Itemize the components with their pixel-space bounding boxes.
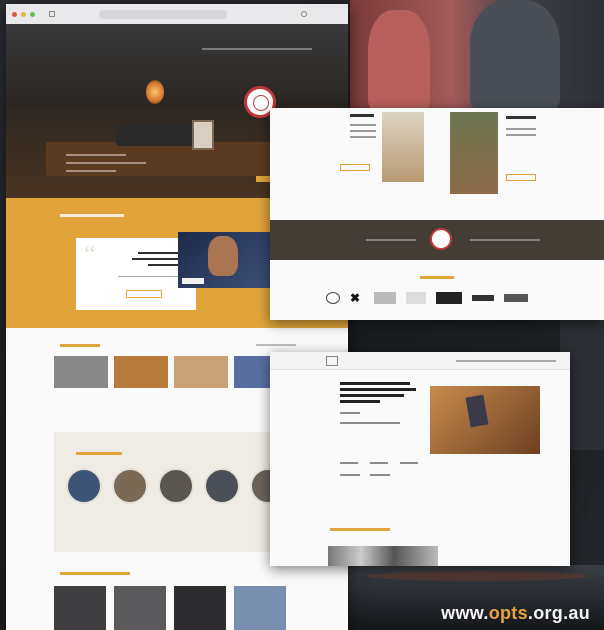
url-suffix: .org.au [527,603,590,623]
about-text-line [350,124,376,126]
people-section-title [76,452,122,455]
partner-logo[interactable] [504,294,528,302]
article-detail-line [340,474,360,476]
stories-section-title [60,344,100,347]
hero-text-line [66,170,116,172]
browser-chrome [6,4,348,24]
article-title-line [340,400,380,403]
partner-logo[interactable] [436,292,462,304]
portrait-photo [382,112,424,182]
story-thumbnail[interactable] [114,356,168,388]
video-thumbnail-icon[interactable] [178,232,270,288]
article-title-line [340,382,410,385]
newsletter-band [270,220,604,260]
partner-logo[interactable] [374,292,396,304]
speaker-image [208,236,238,276]
article-detail-line [400,462,418,464]
band-text-line [366,239,416,241]
related-section-title [330,528,390,531]
background-figure [470,0,560,110]
story-thumbnail[interactable] [54,356,108,388]
article-detail-line [370,462,388,464]
url-prefix: www. [441,603,489,623]
sidebar-icon[interactable] [49,11,55,17]
article-meta-line [340,422,400,424]
article-meta-line [340,412,360,414]
browser-window-about: ✖ [270,108,604,320]
collection-thumbnail[interactable] [114,586,166,630]
section-title [60,214,124,217]
top-navigation[interactable] [202,48,312,50]
about-button[interactable] [340,164,370,171]
hero-text-line [66,162,146,164]
partner-logo[interactable] [326,292,340,304]
band-text-line [470,239,540,241]
mockup-collage: www.opts.org.au “ ✖ [0,0,604,630]
address-bar[interactable] [99,9,227,19]
site-logo-icon[interactable] [326,356,338,366]
maximize-icon[interactable] [30,11,35,17]
browser-window-article [270,352,570,566]
stories-filter-links[interactable] [256,344,296,346]
typewriter-image [116,124,194,146]
related-thumbnails[interactable] [328,546,438,566]
people-avatars [66,468,286,504]
partner-logo[interactable] [406,292,426,304]
projects-text-line [506,134,536,136]
partner-logo-x-icon[interactable]: ✖ [350,292,364,304]
partners-title [420,276,454,279]
story-thumbnails [54,356,288,388]
collections-section-title [60,572,130,575]
quote-button[interactable] [126,290,162,298]
video-label [182,278,204,284]
collection-thumbnails [54,586,286,630]
article-image[interactable] [430,386,540,454]
group-photo [450,112,498,194]
hero-text-line [66,154,126,156]
avatar[interactable] [158,468,194,504]
story-thumbnail[interactable] [174,356,228,388]
article-title-line [340,388,416,391]
avatar[interactable] [204,468,240,504]
website-url: www.opts.org.au [441,603,590,624]
projects-heading [506,116,536,119]
collection-thumbnail[interactable] [234,586,286,630]
article-title-line [340,394,404,397]
article-detail-line [340,462,358,464]
collection-thumbnail[interactable] [54,586,106,630]
about-text-line [350,136,376,138]
avatar[interactable] [66,468,102,504]
article-header [270,352,570,370]
partner-logos: ✖ [326,292,528,304]
projects-button[interactable] [506,174,536,181]
seal-logo-icon [430,228,452,250]
about-heading [350,114,374,117]
book-image [465,394,489,428]
minimize-icon[interactable] [21,11,26,17]
article-navigation[interactable] [456,360,556,362]
close-icon[interactable] [12,11,17,17]
background-footer-photo: www.opts.org.au [348,565,604,630]
quote-mark-icon: “ [84,240,96,269]
partner-logo[interactable] [472,295,494,301]
projects-text-line [506,128,536,130]
url-accent: opts [488,603,528,623]
background-photo-top [350,0,604,110]
background-figure [368,10,430,110]
collection-thumbnail[interactable] [174,586,226,630]
article-detail-line [370,474,390,476]
photo-frame-image [192,120,214,150]
background-glow [368,571,588,581]
avatar[interactable] [112,468,148,504]
lamp-image [146,80,164,104]
share-icon[interactable] [301,11,307,17]
about-text-line [350,130,376,132]
